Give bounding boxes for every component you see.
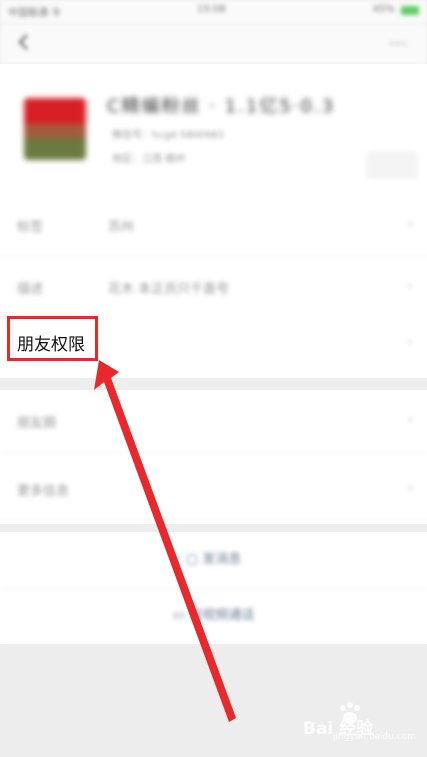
chevron-right-icon: › [407,278,413,294]
highlight-box [7,316,98,361]
video-call-button[interactable]: ▭ 音视频通话 [0,588,427,645]
carrier-text: 中国联通 令 [8,8,62,19]
row-value: 花木 本正员只千直号 [108,282,230,297]
profile-header: C精编粉丝 · 1.1亿5·0.3 微信号：hcgd 5800983 地区：江西… [0,64,427,194]
send-message-label: 发消息 [202,552,242,567]
back-icon[interactable] [14,30,36,54]
more-rows: 朋友圈 › 更多信息 › [0,390,427,524]
actions: ▢ 发消息 ▭ 音视频通话 [0,532,427,645]
avatar[interactable] [24,98,86,160]
send-message-button[interactable]: ▢ 发消息 [0,532,427,589]
message-icon: ▢ [185,552,203,567]
profile-action-button[interactable] [366,151,418,179]
row-moments[interactable]: 朋友圈 › [0,390,427,453]
chevron-right-icon: › [407,216,413,232]
row-label: 标签 [17,220,44,235]
video-icon: ▭ [172,608,190,623]
row-description[interactable]: 描述 花木 本正员只千直号 › [0,256,427,319]
row-value: 苏州 [108,220,135,235]
row-label: 描述 [17,282,44,297]
status-bar: 中国联通 令 15:08 45% [0,0,427,24]
video-call-label: 音视频通话 [189,608,255,623]
time-text: 15:08 [197,4,226,15]
chevron-right-icon: › [407,334,413,350]
chevron-right-icon: › [407,480,413,496]
region-text: 地区：江西 赣州 [112,154,186,165]
wechat-id: 微信号：hcgd 5800983 [112,130,225,141]
more-icon[interactable]: ··· [389,34,413,53]
watermark: Bai 经验 jingyan.baidu.com [303,702,417,742]
row-label: 更多信息 [17,484,70,499]
nickname: C精编粉丝 · 1.1亿5·0.3 [107,96,336,117]
nav-bar: ··· [0,24,427,64]
chevron-right-icon: › [407,412,413,428]
row-more-info[interactable]: 更多信息 › [0,458,427,521]
row-tags[interactable]: 标签 苏州 › [0,194,427,257]
watermark-url: jingyan.baidu.com [333,732,417,742]
battery-text: 45% [372,4,395,15]
battery-icon [401,6,419,15]
row-label: 朋友圈 [17,416,57,431]
